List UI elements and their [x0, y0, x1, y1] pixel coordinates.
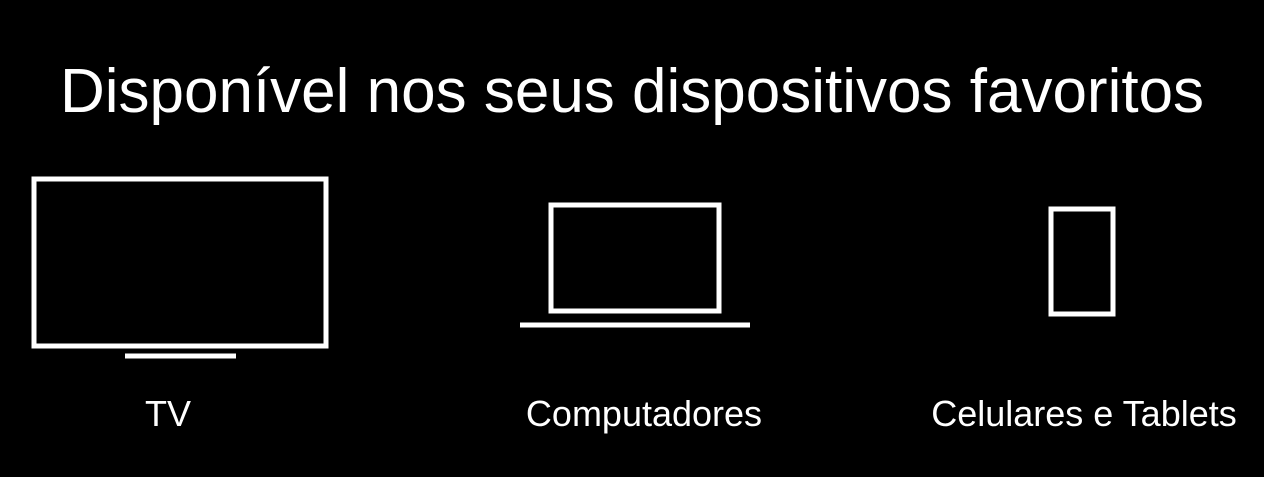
tv-icon: [31, 176, 329, 359]
laptop-icon: [520, 202, 750, 328]
device-label-computadores: Computadores: [525, 393, 763, 434]
device-label-tv: TV: [144, 393, 191, 434]
phone-tablet-icon: [1048, 206, 1116, 317]
laptop-screen: [548, 202, 722, 314]
phone-body: [1048, 206, 1116, 317]
page-title: Disponível nos seus dispositivos favorit…: [59, 56, 1205, 126]
tv-screen: [31, 176, 329, 349]
device-label-celulares-tablets: Celulares e Tablets: [931, 393, 1237, 434]
